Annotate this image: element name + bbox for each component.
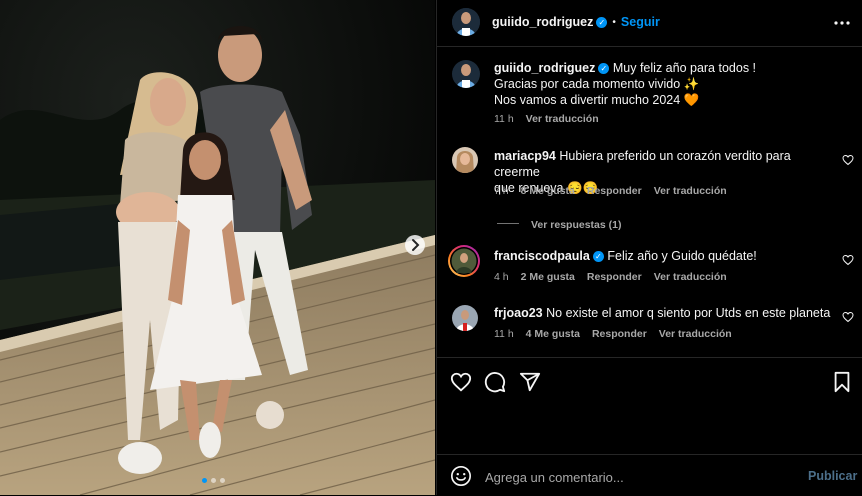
caption-time[interactable]: 11 h: [494, 113, 514, 125]
author-avatar-image: [452, 8, 480, 36]
carousel-dot: [211, 478, 216, 483]
caption-username[interactable]: guiido_rodriguez: [494, 61, 595, 75]
comment-text: Feliz año y Guido quédate!: [607, 249, 757, 263]
comment-reply-button[interactable]: Responder: [587, 185, 642, 197]
verified-badge-icon: ✓: [598, 63, 610, 74]
comment-translate-link[interactable]: Ver traducción: [654, 185, 727, 197]
verified-badge-icon: ✓: [592, 251, 604, 262]
commenter-avatar[interactable]: [452, 147, 478, 173]
comment-likes[interactable]: 4 Me gusta: [526, 328, 580, 340]
carousel-dots: [202, 478, 232, 484]
author-avatar[interactable]: [452, 8, 480, 36]
replies-line: [497, 223, 519, 224]
comment-text: No existe el amor q siento por Utds en e…: [546, 306, 831, 320]
comment-likes[interactable]: 8 Me gusta: [521, 185, 575, 197]
caption-meta: 11 h Ver traducción: [494, 113, 611, 125]
comment-reply-button[interactable]: Responder: [587, 271, 642, 283]
comment-icon[interactable]: [484, 371, 506, 393]
bookmark-icon[interactable]: [832, 371, 852, 393]
family-photo: [0, 0, 435, 495]
caption-translate-link[interactable]: Ver traducción: [526, 113, 599, 125]
caption-line-3: Nos vamos a divertir mucho 2024 🧡: [494, 93, 700, 107]
separator-dot: •: [612, 17, 616, 28]
commenter-avatar-image: [450, 247, 478, 275]
view-replies-label: Ver respuestas (1): [531, 219, 622, 231]
commenter-username[interactable]: frjoao23: [494, 306, 543, 320]
post-header: guiido_rodriguez ✓ • Seguir: [437, 0, 862, 47]
comment-likes[interactable]: 2 Me gusta: [521, 271, 575, 283]
carousel-dot: [220, 478, 225, 483]
author-username[interactable]: guiido_rodriguez: [492, 15, 593, 29]
comment-meta: 11 h 4 Me gusta Responder Ver traducción: [494, 328, 744, 340]
carousel-next-button[interactable]: [405, 235, 425, 255]
comment-like-heart-icon[interactable]: [842, 154, 854, 166]
publish-button[interactable]: Publicar: [808, 469, 857, 483]
emoji-icon[interactable]: [450, 465, 472, 487]
comment-reply-button[interactable]: Responder: [592, 328, 647, 340]
post-actions-bar: [437, 357, 862, 458]
comment-meta: 4 h 2 Me gusta Responder Ver traducción: [494, 271, 739, 283]
post-image[interactable]: [0, 0, 435, 495]
author-avatar-image: [452, 60, 480, 88]
comment-like-heart-icon[interactable]: [842, 311, 854, 323]
commenter-avatar[interactable]: [448, 245, 480, 277]
commenter-avatar-image: [452, 305, 478, 331]
comment-translate-link[interactable]: Ver traducción: [654, 271, 727, 283]
comment-composer: Publicar: [437, 454, 862, 496]
comment-time[interactable]: 7 h: [494, 185, 509, 197]
caption-line-2: Gracias por cada momento vivido ✨: [494, 77, 700, 91]
comment-time[interactable]: 4 h: [494, 271, 509, 283]
follow-button[interactable]: Seguir: [621, 15, 660, 29]
commenter-avatar-image: [452, 147, 478, 173]
commenter-username[interactable]: franciscodpaula: [494, 249, 590, 263]
verified-badge-icon: ✓: [596, 17, 608, 28]
more-options-button[interactable]: [832, 13, 852, 33]
comment-meta: 7 h 8 Me gusta Responder Ver traducción: [494, 185, 739, 197]
carousel-dot-active: [202, 478, 207, 483]
commenter-avatar[interactable]: [452, 305, 478, 331]
commenter-username[interactable]: mariacp94: [494, 149, 556, 163]
post-side-panel: guiido_rodriguez ✓ • Seguir guiido_rodrigue…: [436, 0, 862, 495]
more-horizontal-icon: [834, 21, 850, 25]
comment-translate-link[interactable]: Ver traducción: [659, 328, 732, 340]
heart-icon[interactable]: [450, 371, 472, 393]
send-icon[interactable]: [519, 371, 541, 393]
comment-time[interactable]: 11 h: [494, 328, 514, 340]
view-replies-button[interactable]: Ver respuestas (1): [497, 215, 621, 233]
comment-input[interactable]: [483, 466, 787, 488]
caption-author-avatar[interactable]: [452, 60, 480, 88]
comment-like-heart-icon[interactable]: [842, 254, 854, 266]
caption-line-1: Muy feliz año para todos !: [612, 61, 757, 75]
chevron-right-icon: [412, 239, 420, 251]
